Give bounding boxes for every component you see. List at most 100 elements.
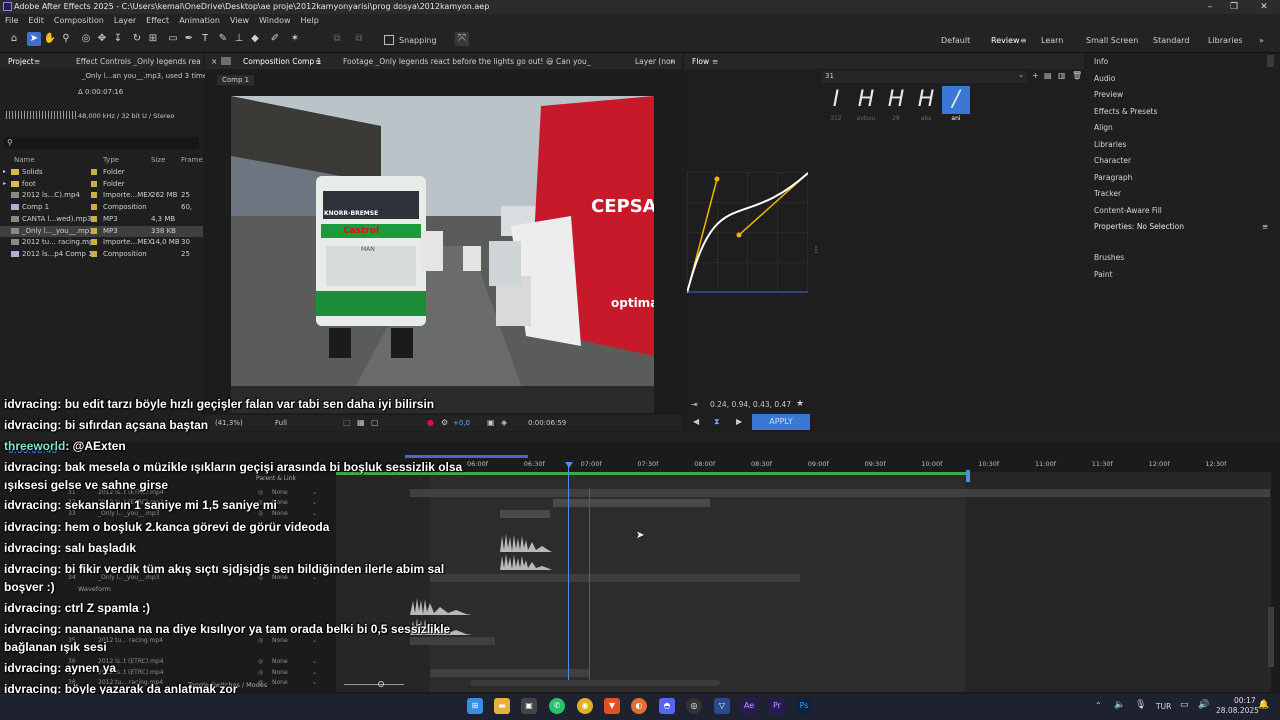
- project-item-row[interactable]: _Only l..._you__.mp3 MP3 338 KB: [0, 225, 203, 237]
- chevron-down-icon[interactable]: ⌄: [312, 637, 317, 644]
- notifications-icon[interactable]: 🔔: [1258, 700, 1269, 710]
- project-item-row[interactable]: ▸ foot Folder: [0, 179, 203, 190]
- timeline-scrollbar[interactable]: [1268, 607, 1274, 667]
- tabs-overflow-icon[interactable]: »: [670, 57, 675, 66]
- snapshot-camera-icon[interactable]: ▣: [487, 418, 495, 427]
- vpn-icon[interactable]: ▽: [714, 698, 730, 714]
- input-language[interactable]: TUR: [1156, 702, 1171, 711]
- close-comp-tab-icon[interactable]: ×: [211, 57, 217, 66]
- microphone-icon[interactable]: 🎙: [1135, 700, 1146, 710]
- clock-time[interactable]: 00:17: [1234, 696, 1256, 705]
- bezier-values[interactable]: 0.24, 0.94, 0.43, 0.47: [710, 400, 791, 409]
- resolution-dropdown[interactable]: Full: [275, 419, 287, 427]
- label-color-swatch[interactable]: [91, 250, 97, 257]
- eraser-tool-icon[interactable]: ◆: [248, 32, 262, 46]
- menu-view[interactable]: View: [225, 14, 254, 27]
- waveform-label[interactable]: Waveform: [78, 585, 111, 593]
- favorite-star-icon[interactable]: ★: [796, 399, 804, 409]
- col-size[interactable]: Size: [151, 156, 165, 164]
- transparency-grid-icon[interactable]: ▦: [357, 418, 365, 427]
- track-bar-3[interactable]: [500, 510, 550, 518]
- pan-tool-icon[interactable]: ✥: [95, 32, 109, 46]
- track-bar-6[interactable]: [430, 669, 590, 677]
- work-area-end-handle[interactable]: [966, 470, 970, 482]
- col-type[interactable]: Type: [103, 156, 119, 164]
- workspace-learn[interactable]: Learn: [1041, 36, 1063, 45]
- tab-project[interactable]: Project: [8, 57, 34, 66]
- right-panel-item[interactable]: Effects & Presets: [1094, 107, 1157, 116]
- snap-options-icon[interactable]: ⤧: [455, 32, 469, 46]
- parent-dropdown[interactable]: None ⌄: [268, 489, 320, 497]
- volume-icon[interactable]: 🔊: [1198, 700, 1209, 710]
- workspace-standard[interactable]: Standard: [1153, 36, 1189, 45]
- network-icon[interactable]: ▭: [1180, 700, 1189, 710]
- tray-chevron-up-icon[interactable]: ⌃: [1095, 701, 1102, 710]
- comp-panel-menu-icon[interactable]: ≡: [315, 57, 321, 66]
- label-color-swatch[interactable]: [91, 169, 97, 175]
- project-item-row[interactable]: Comp 1 Composition 60,: [0, 202, 203, 213]
- add-preset-icon[interactable]: +: [1032, 71, 1039, 80]
- flow-more-options-icon[interactable]: ⋮: [812, 245, 820, 254]
- workspace-overflow-icon[interactable]: »: [1259, 36, 1264, 45]
- exposure-value[interactable]: +0,0: [453, 419, 470, 427]
- show-snapshot-icon[interactable]: ◈: [501, 418, 507, 427]
- anchor-tool-icon[interactable]: ⊞: [146, 32, 160, 46]
- discord-icon[interactable]: ◓: [659, 698, 675, 714]
- flow-panel-menu-icon[interactable]: ≡: [712, 57, 718, 66]
- track-bar-2[interactable]: [553, 499, 710, 507]
- file-explorer-icon[interactable]: ▬: [494, 698, 510, 714]
- flow-preset-thumbnail[interactable]: H: [912, 86, 940, 114]
- chevron-down-icon[interactable]: ⌄: [312, 658, 317, 665]
- right-panel-item[interactable]: Brushes: [1094, 253, 1124, 262]
- roto-brush-tool-icon[interactable]: ✐: [268, 32, 282, 46]
- folder-icon[interactable]: ▥: [1058, 71, 1066, 80]
- snapping-checkbox[interactable]: [384, 35, 394, 45]
- label-color-swatch[interactable]: [91, 215, 97, 222]
- region-of-interest-icon[interactable]: ⬚: [343, 418, 351, 427]
- chevron-down-icon[interactable]: ⌄: [312, 510, 317, 517]
- playhead-line[interactable]: [568, 465, 569, 680]
- mask-visibility-icon[interactable]: ▢: [371, 418, 379, 427]
- menu-effect[interactable]: Effect: [141, 14, 174, 27]
- right-panel-item[interactable]: Audio: [1094, 74, 1115, 83]
- brave-icon[interactable]: ▼: [604, 698, 620, 714]
- parent-spiral-icon[interactable]: ◎: [258, 489, 263, 496]
- speaker-icon[interactable]: 🔈: [1114, 700, 1125, 710]
- clock-date[interactable]: 28.08.2025: [1216, 706, 1259, 715]
- parent-dropdown[interactable]: None ⌄: [268, 679, 320, 687]
- label-color-swatch[interactable]: [91, 239, 97, 246]
- dolly-tool-icon[interactable]: ↧: [111, 32, 125, 46]
- project-search-input[interactable]: ⚲: [4, 137, 199, 149]
- right-panel-scrollbar[interactable]: [1267, 55, 1274, 67]
- firefox-icon[interactable]: ◐: [631, 698, 647, 714]
- orbit-tool-icon[interactable]: ◎: [79, 32, 93, 46]
- track-bar-4[interactable]: [430, 574, 800, 582]
- col-name[interactable]: Name: [14, 156, 35, 164]
- workspace-default[interactable]: Default: [941, 36, 970, 45]
- save-preset-icon[interactable]: ▤: [1044, 71, 1052, 80]
- project-item-row[interactable]: 2012 ls...p4 Comp 1 Composition 25: [0, 249, 203, 260]
- menu-animation[interactable]: Animation: [174, 14, 225, 27]
- right-panel-item[interactable]: Info: [1094, 57, 1108, 66]
- zoom-slider[interactable]: [336, 680, 436, 688]
- workspace-menu-icon[interactable]: ≡: [1020, 36, 1027, 45]
- chevron-down-icon[interactable]: ⌄: [312, 669, 317, 676]
- label-color-swatch[interactable]: [91, 180, 97, 187]
- flow-preset-thumbnail[interactable]: /: [942, 86, 970, 114]
- playhead-handle[interactable]: [565, 462, 573, 468]
- layer-name[interactable]: 2012 tu... racing.mp4: [98, 637, 163, 644]
- zoom-tool-icon[interactable]: ⚲: [59, 32, 73, 46]
- flow-preset-thumbnail[interactable]: I: [822, 86, 850, 114]
- tab-composition-comp1[interactable]: Composition Comp 1: [243, 57, 321, 66]
- label-color-swatch[interactable]: [91, 204, 97, 211]
- menu-layer[interactable]: Layer: [109, 14, 141, 27]
- viewer-timecode[interactable]: 0:00:06:59: [528, 419, 566, 427]
- brush-tool-icon[interactable]: ✎: [216, 32, 230, 46]
- bezier-curve-editor[interactable]: [686, 171, 809, 294]
- prev-keyframe-icon[interactable]: ◀: [693, 417, 699, 426]
- label-color-swatch[interactable]: [91, 192, 97, 199]
- after-effects-taskbar-icon[interactable]: Ae: [741, 698, 757, 714]
- flow-preset-thumbnail[interactable]: H: [882, 86, 910, 114]
- home-icon[interactable]: ⌂: [7, 32, 21, 46]
- expand-arrow-icon[interactable]: ▸: [3, 168, 6, 175]
